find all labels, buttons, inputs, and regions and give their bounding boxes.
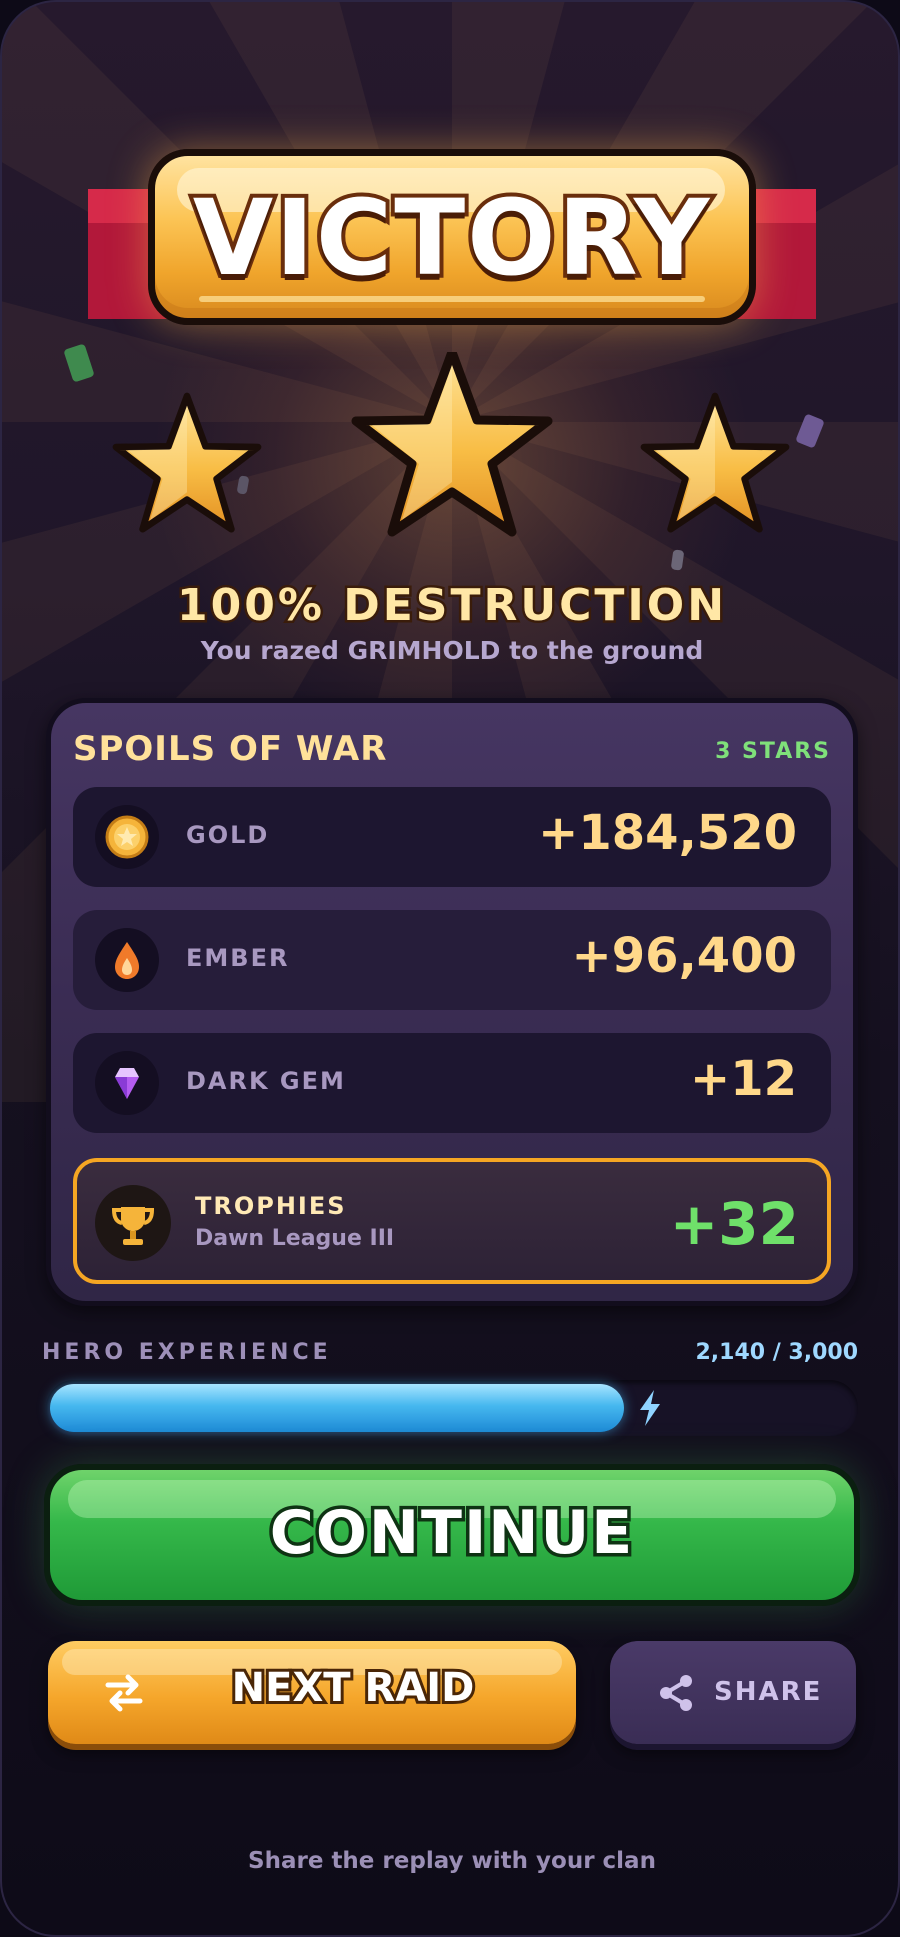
continue-button[interactable]: CONTINUE	[44, 1464, 860, 1606]
banner-plate: VICTORY	[148, 149, 756, 325]
trophies-label: TROPHIES	[195, 1192, 347, 1220]
spoils-panel: SPOILS OF WAR 3 STARS GOLD +184,520 EMBE…	[46, 698, 858, 1306]
reward-row-ember: EMBER +96,400	[73, 910, 831, 1010]
victory-screen: VICTORY 100% DESTRUCTION You razed GRIMH…	[0, 0, 900, 1937]
reward-value: +12	[689, 1051, 797, 1107]
trophies-value: +32	[669, 1190, 799, 1258]
spoils-title: SPOILS OF WAR	[73, 729, 388, 769]
lightning-bolt-icon	[640, 1390, 660, 1426]
xp-progress-fill	[50, 1384, 624, 1432]
stars-earned-label: 3 STARS	[715, 739, 831, 764]
reward-value: +184,520	[538, 805, 797, 861]
reward-row-trophies: TROPHIES Dawn League III +32	[73, 1158, 831, 1284]
star-icon	[112, 392, 262, 533]
share-replay-hint: Share the replay with your clan	[248, 1848, 656, 1874]
trophy-icon	[95, 1185, 171, 1261]
destruction-subtitle: You razed GRIMHOLD to the ground	[200, 636, 704, 665]
star-icon	[351, 352, 553, 537]
reward-row-gold: GOLD +184,520	[73, 787, 831, 887]
share-label: SHARE	[714, 1677, 823, 1707]
reward-row-dark-gem: DARK GEM +12	[73, 1033, 831, 1133]
star-rating	[112, 352, 790, 537]
next-raid-button[interactable]: NEXT RAID	[48, 1641, 576, 1744]
gold-coin-icon	[95, 805, 159, 869]
reward-label: GOLD	[186, 821, 270, 849]
share-icon	[660, 1675, 692, 1711]
star-icon	[640, 392, 790, 533]
reward-label: DARK GEM	[186, 1067, 346, 1095]
xp-progress-bar	[46, 1380, 858, 1436]
ember-flame-icon	[95, 928, 159, 992]
reward-label: EMBER	[186, 944, 290, 972]
share-button[interactable]: SHARE	[610, 1641, 856, 1744]
xp-value: 2,140 / 3,000	[695, 1340, 858, 1365]
dark-gem-icon	[95, 1051, 159, 1115]
league-name: Dawn League III	[195, 1226, 395, 1251]
xp-label: HERO EXPERIENCE	[42, 1340, 332, 1365]
next-raid-label: NEXT RAID	[229, 1662, 478, 1714]
victory-banner: VICTORY	[2, 2, 898, 342]
destruction-headline: 100% DESTRUCTION	[174, 578, 728, 634]
continue-label: CONTINUE	[266, 1495, 635, 1572]
victory-title: VICTORY	[189, 177, 714, 299]
reward-value: +96,400	[571, 928, 797, 984]
